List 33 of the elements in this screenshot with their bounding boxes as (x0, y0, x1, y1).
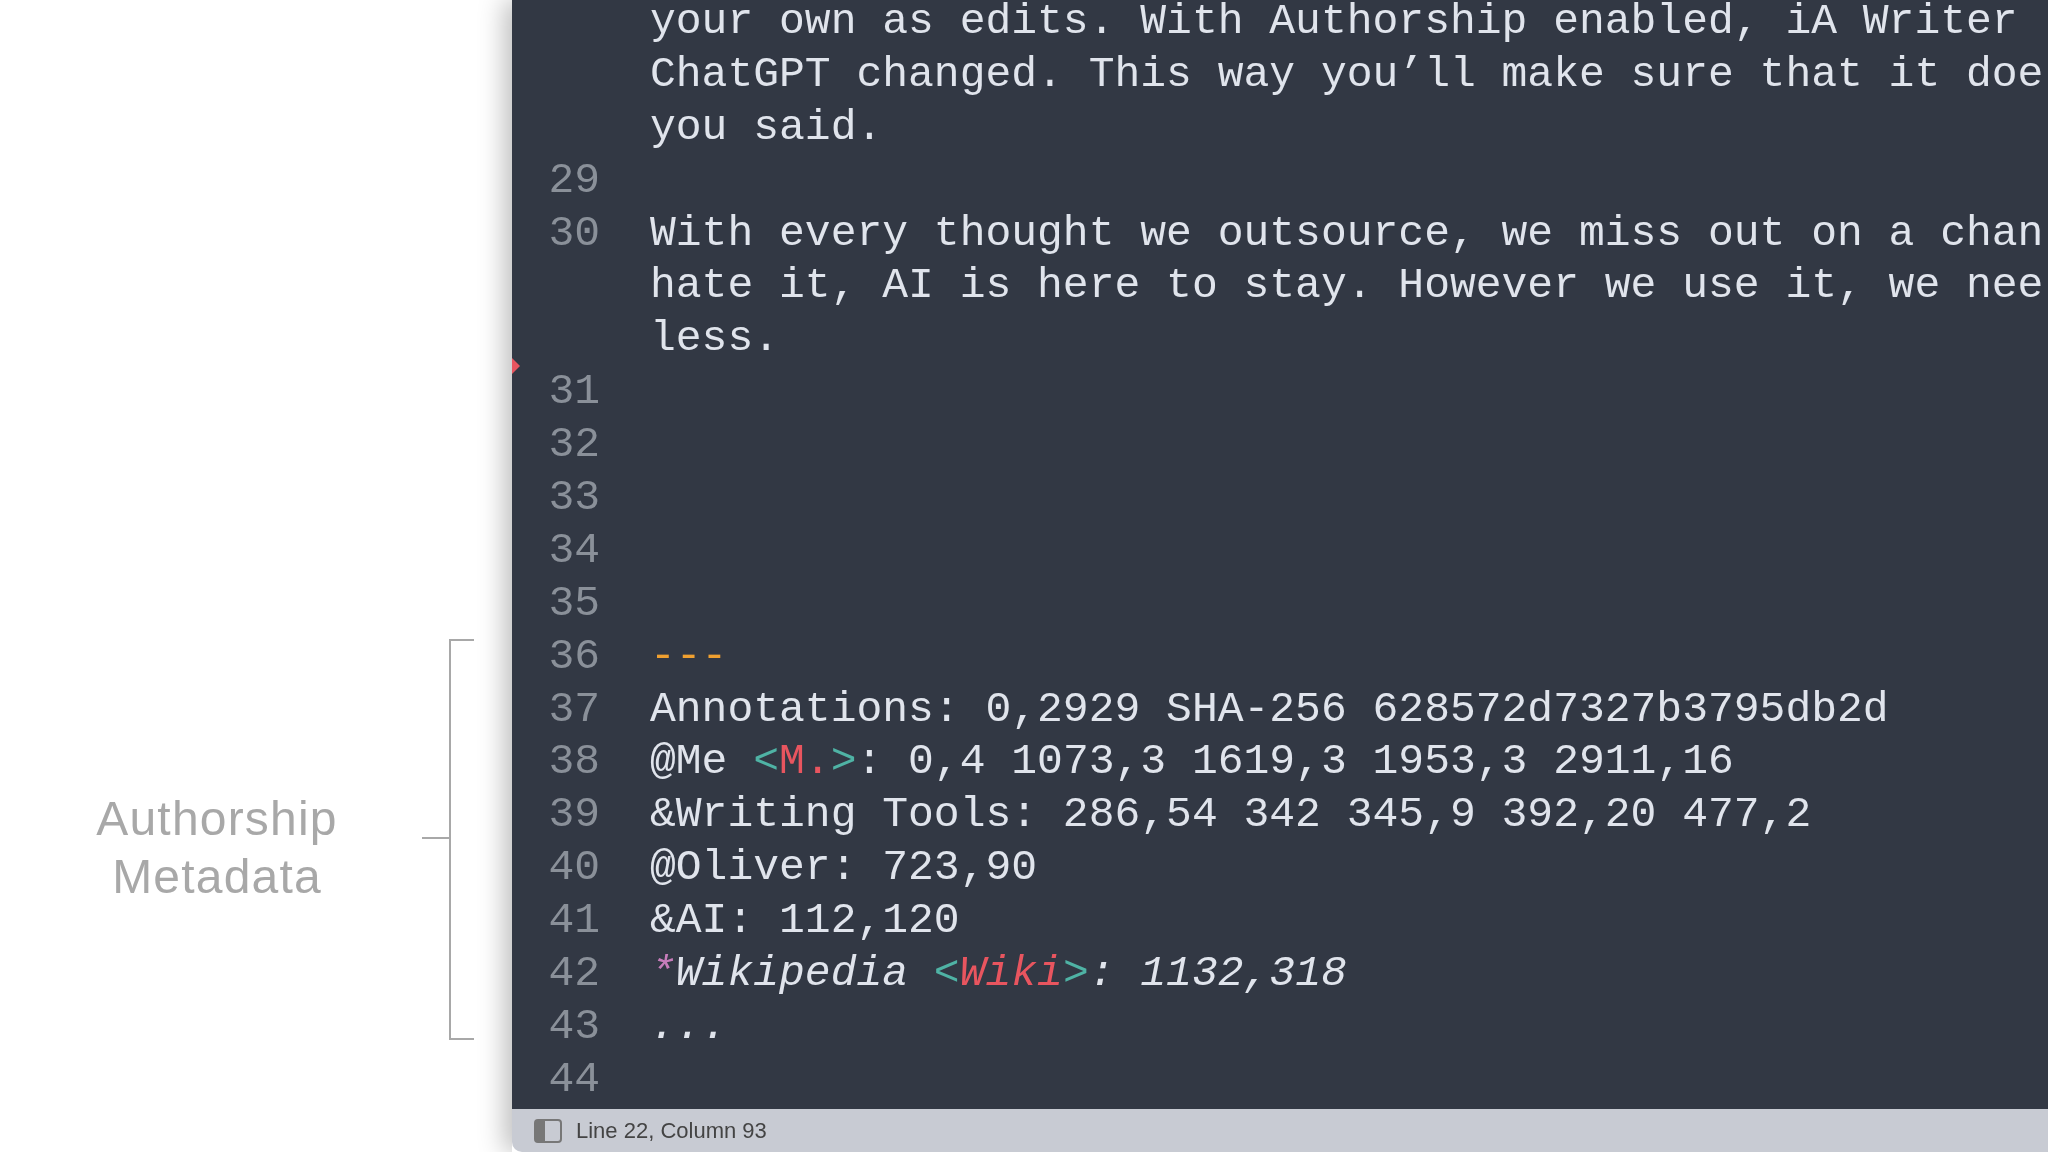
line-number: 36 (547, 630, 600, 683)
code-line: With every thought we outsource, we miss out on a chan (650, 207, 2044, 260)
code-line: you said. (650, 101, 883, 154)
line-number: 39 (547, 789, 600, 842)
code-line: less. (650, 313, 780, 366)
code-line: hate it, AI is here to stay. However we use it, we nee (650, 260, 2044, 313)
code-line: @Me <M.>: 0,4 1073,3 1619,3 1953,3 2911,16 (650, 736, 1734, 789)
code-line: &Writing Tools: 286,54 342 345,9 392,20 477,2 (650, 789, 1812, 842)
line-number: 42 (547, 948, 600, 1001)
line-number: 37 (547, 683, 600, 736)
line-number: 41 (547, 895, 600, 948)
code-line: ChatGPT changed. This way you’ll make sure that it doe (650, 48, 2044, 101)
code-line: @Oliver: 723,90 (650, 842, 1038, 895)
line-number: 33 (547, 472, 600, 524)
line-number: 29 (547, 154, 600, 207)
line-number: 38 (547, 736, 600, 789)
code-line: *Wikipedia <Wiki>: 1132,318 (650, 948, 1347, 1001)
code-line: your own as edits. With Authorship enabled, iA Writer (650, 0, 2018, 48)
code-line: --- (650, 630, 728, 683)
code-line: Annotations: 0,2929 SHA-256 628572d7327b3795db2d (650, 683, 1889, 736)
code-line: ... (650, 1000, 728, 1053)
code-line: &AI: 112,120 (650, 895, 960, 948)
line-number: 40 (547, 842, 600, 895)
sidebar-toggle-icon[interactable] (534, 1118, 562, 1143)
line-number: 32 (547, 419, 600, 472)
line-number: 44 (547, 1053, 600, 1106)
cursor-position: Line 22, Column 93 (576, 1117, 767, 1145)
line-number: 34 (547, 524, 600, 577)
line-number: 43 (547, 1000, 600, 1053)
line-number: 31 (547, 366, 600, 419)
line-number: 30 (547, 207, 600, 260)
annotation-label: Authorship Metadata (95, 791, 339, 905)
line-number: 35 (547, 577, 600, 630)
